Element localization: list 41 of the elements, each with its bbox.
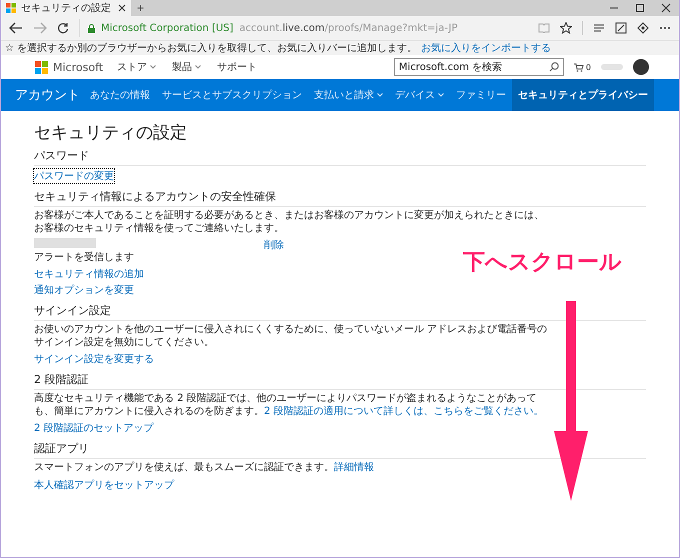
remove-link[interactable]: 削除: [264, 238, 284, 264]
account-nav-tab[interactable]: デバイス: [389, 79, 450, 111]
page-title: セキュリティの設定: [34, 122, 188, 144]
account-nav-tab[interactable]: ファミリー: [450, 79, 512, 111]
section-heading: セキュリティ情報によるアカウントの安全性確保: [34, 189, 277, 204]
section-heading: 認証アプリ: [34, 441, 90, 456]
account-nav-tab[interactable]: サービスとサブスクリプション: [156, 79, 308, 111]
section-description: スマートフォンのアプリを使えば、最もスムーズに認証できます。詳細情報: [34, 462, 375, 474]
account-nav-tab[interactable]: セキュリティとプライバシー: [512, 79, 654, 111]
account-nav-tab[interactable]: あなたの情報: [84, 79, 156, 111]
section-link[interactable]: パスワードの変更: [34, 169, 114, 183]
section-heading: パスワード: [34, 148, 90, 163]
account-nav-tab[interactable]: 支払いと請求: [308, 79, 389, 111]
section-description: お使いのアカウントを他のユーザーに侵入されにくくするために、使っていないメール アドレスおよび電話番号のサインイン設定を無効にしてください。: [34, 324, 548, 349]
section-link[interactable]: サインイン設定を変更する: [34, 352, 154, 366]
section-link[interactable]: 通知オプションを変更: [34, 283, 134, 297]
section-description: 高度なセキュリティ機能である 2 段階認証では、他のユーザーによりパスワードが盗まれるようなことがあっても、簡単にアカウントに侵入されるのを防ぎます。2 段階認証の適用について詳しくは、こちらをご覧ください。: [34, 393, 545, 418]
learn-more-link[interactable]: 2 段階認証の適用について詳しくは、こちらをご覧ください。: [264, 406, 544, 416]
url-text: account.live.com/proofs/Manage?mkt=ja-JP: [239, 22, 458, 34]
scroll-down-annotation: 下へスクロール: [463, 249, 622, 277]
search-field[interactable]: Microsoft.com を検索: [394, 58, 564, 76]
account-title: アカウント: [15, 87, 80, 104]
alert-note: アラートを受信します: [34, 250, 134, 264]
section-heading: サインイン設定: [34, 303, 112, 318]
learn-more-link[interactable]: 詳細情報: [334, 462, 374, 473]
header-nav-link[interactable]: 製品: [172, 60, 192, 74]
header-nav-link[interactable]: ストア: [117, 60, 148, 74]
new-tab-button[interactable]: +: [131, 1, 150, 15]
import-favorites-link[interactable]: お気に入りをインポートする: [421, 41, 552, 55]
browser-tab[interactable]: セキュリティの設定: [1, 0, 131, 16]
site-identity: Microsoft Corporation [US]: [101, 22, 234, 34]
section-heading: 2 段階認証: [34, 372, 90, 387]
brand-name: Microsoft: [53, 60, 104, 74]
tab-title: セキュリティの設定: [21, 2, 112, 15]
section-description: お客様がご本人であることを証明する必要があるとき、またはお客様のアカウントに変更が加えられたときには、お客様のセキュリティ情報を使ってご連絡いたします。: [34, 210, 545, 235]
favorites-message: ☆ を選択するか別のブラウザーからお気に入りを取得して、お気に入りバーに追加します。: [5, 42, 418, 55]
header-nav-link[interactable]: サポート: [217, 60, 258, 74]
section-link[interactable]: 本人確認アプリをセットアップ: [34, 478, 174, 492]
section-link[interactable]: 2 段階認証のセットアップ: [34, 421, 154, 435]
cart-count: 0: [586, 62, 591, 72]
section-link[interactable]: セキュリティ情報の追加: [34, 267, 144, 281]
